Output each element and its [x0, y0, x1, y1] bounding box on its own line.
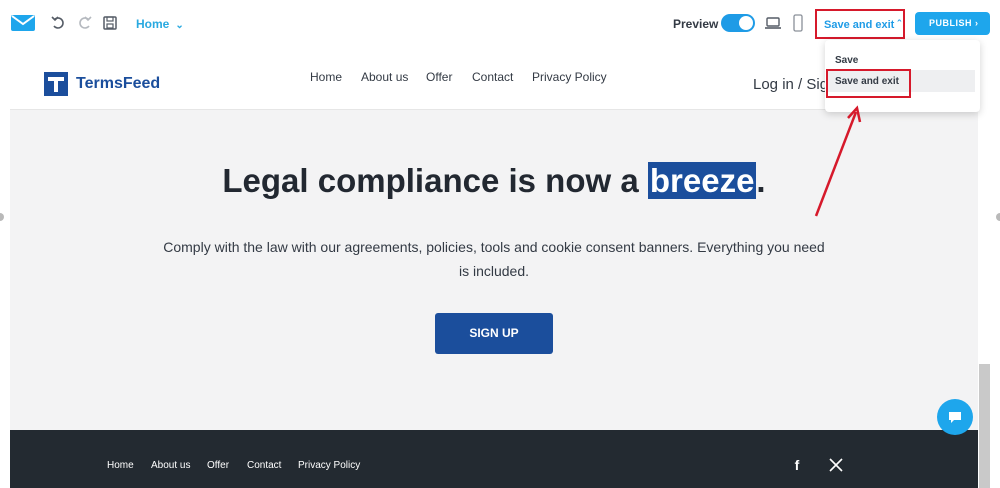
nav-privacy-policy[interactable]: Privacy Policy — [532, 70, 607, 84]
chat-bubble-icon — [949, 412, 961, 423]
annotation-highlight-box — [826, 69, 911, 98]
annotation-arrow-icon — [814, 105, 862, 217]
nav-home[interactable]: Home — [310, 70, 342, 84]
nav-about-us[interactable]: About us — [361, 70, 408, 84]
menu-item-save[interactable]: Save — [835, 55, 858, 66]
chevron-right-icon: › — [975, 18, 979, 28]
chevron-down-icon: ⌄ — [175, 20, 184, 31]
site-footer: Home About us Offer Contact Privacy Poli… — [10, 430, 978, 488]
vertical-scrollbar[interactable] — [979, 364, 990, 488]
nav-contact[interactable]: Contact — [472, 70, 513, 84]
sign-up-label: SIGN UP — [469, 326, 519, 340]
footer-nav-about-us[interactable]: About us — [151, 460, 190, 471]
facebook-icon[interactable]: f — [789, 457, 805, 473]
page-selector[interactable]: Home ⌄ — [136, 17, 184, 31]
save-disk-icon[interactable] — [101, 14, 119, 32]
login-link[interactable]: Log in / Sig — [753, 76, 828, 93]
mail-logo-icon[interactable] — [10, 12, 36, 34]
save-and-exit-label: Save and exit — [824, 19, 895, 31]
footer-nav-offer[interactable]: Offer — [207, 460, 229, 471]
desktop-view-icon[interactable] — [764, 14, 782, 32]
footer-nav-home[interactable]: Home — [107, 460, 134, 471]
preview-toggle[interactable] — [721, 14, 755, 32]
hero-title-highlight: breeze — [647, 162, 757, 199]
redo-icon[interactable] — [75, 14, 93, 32]
undo-icon[interactable] — [50, 14, 68, 32]
publish-label: PUBLISH — [929, 18, 973, 28]
footer-nav-privacy-policy[interactable]: Privacy Policy — [298, 460, 360, 471]
mobile-view-icon[interactable] — [789, 14, 807, 32]
publish-button[interactable]: PUBLISH › — [915, 12, 990, 35]
hero-subtitle: Comply with the law with our agreements,… — [163, 239, 825, 279]
termsfeed-logo-icon — [44, 72, 68, 96]
chat-button[interactable] — [937, 399, 973, 435]
hero-title-pre: Legal compliance is now a — [222, 162, 648, 199]
footer-nav-contact[interactable]: Contact — [247, 460, 281, 471]
chevron-up-icon: ˆ — [897, 19, 902, 31]
save-and-exit-button[interactable]: Save and exit ˆ — [815, 9, 905, 39]
sign-up-button[interactable]: SIGN UP — [435, 313, 553, 354]
brand-name: TermsFeed — [76, 75, 161, 92]
page-selector-label: Home — [136, 17, 170, 31]
preview-label: Preview — [673, 17, 719, 31]
hero-title-post: . — [756, 162, 766, 199]
x-icon[interactable] — [828, 457, 844, 473]
resize-handle-left[interactable] — [0, 213, 4, 221]
toggle-knob — [739, 16, 753, 30]
resize-handle-right[interactable] — [996, 213, 1000, 221]
nav-offer[interactable]: Offer — [426, 70, 452, 84]
